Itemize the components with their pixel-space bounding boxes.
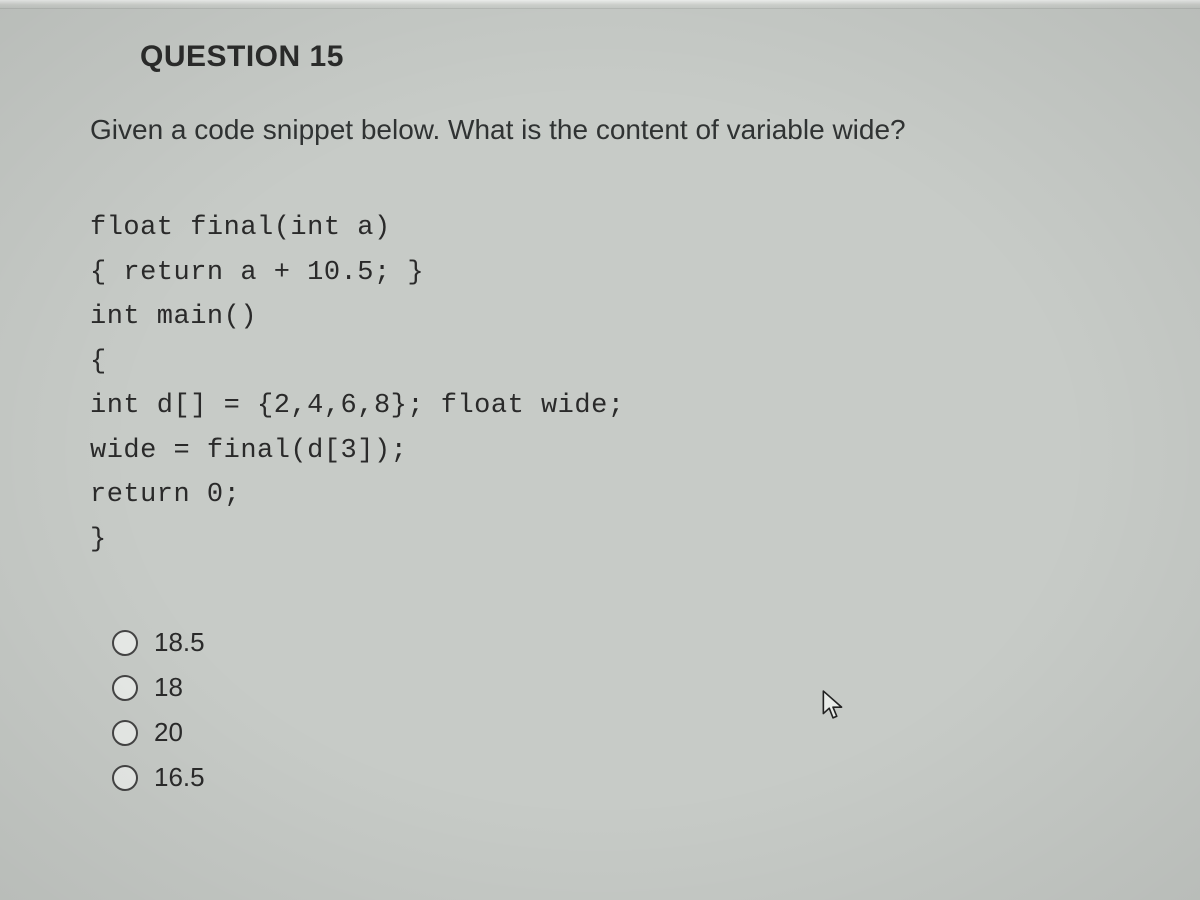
question-title: QUESTION 15 <box>140 40 1110 74</box>
radio-icon[interactable] <box>112 675 138 701</box>
option-row[interactable]: 20 <box>112 717 1110 748</box>
code-line: } <box>90 525 107 555</box>
option-row[interactable]: 18 <box>112 672 1110 703</box>
code-line: wide = final(d[3]); <box>90 436 407 466</box>
code-line: { return a + 10.5; } <box>90 258 424 288</box>
option-label: 18 <box>154 672 183 703</box>
question-prompt: Given a code snippet below. What is the … <box>90 114 1110 146</box>
option-label: 20 <box>154 717 183 748</box>
code-line: return 0; <box>90 480 240 510</box>
window-top-edge <box>0 0 1200 9</box>
question-card: QUESTION 15 Given a code snippet below. … <box>90 30 1110 900</box>
option-label: 16.5 <box>154 762 205 793</box>
radio-icon[interactable] <box>112 765 138 791</box>
option-label: 18.5 <box>154 627 205 658</box>
code-line: { <box>90 347 107 377</box>
radio-icon[interactable] <box>112 720 138 746</box>
code-line: float final(int a) <box>90 213 391 243</box>
radio-icon[interactable] <box>112 630 138 656</box>
code-snippet: float final(int a) { return a + 10.5; } … <box>90 206 1110 562</box>
code-line: int d[] = {2,4,6,8}; float wide; <box>90 391 624 421</box>
answer-options: 18.5 18 20 16.5 <box>112 627 1110 793</box>
option-row[interactable]: 18.5 <box>112 627 1110 658</box>
option-row[interactable]: 16.5 <box>112 762 1110 793</box>
code-line: int main() <box>90 302 257 332</box>
